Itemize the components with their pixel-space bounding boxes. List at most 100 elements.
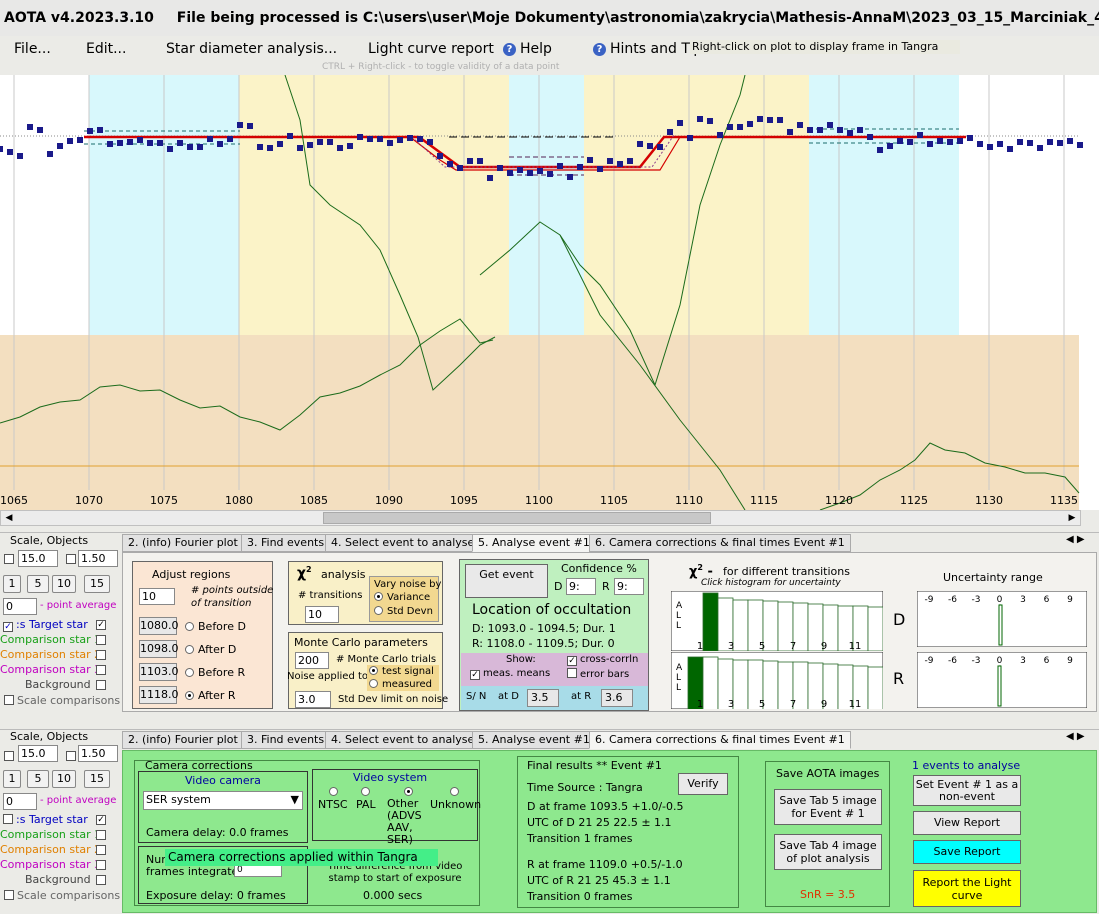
scrollbar-thumb[interactable] xyxy=(323,512,711,524)
target-star-row[interactable]: ✓:s Target star xyxy=(3,618,88,632)
after-d-radio[interactable] xyxy=(185,645,194,654)
adjust-points-spinner[interactable]: 10 xyxy=(139,588,175,605)
comparison-star-1-checkbox-2[interactable] xyxy=(96,830,106,840)
scale-comparisons-checkbox[interactable] xyxy=(4,695,14,705)
scale2-checkbox-b[interactable] xyxy=(66,751,76,761)
monte-carlo-trials-spinner[interactable]: 200 xyxy=(295,652,329,669)
tab-right-icon[interactable]: ▶ xyxy=(1077,534,1085,545)
scale-checkbox[interactable] xyxy=(4,554,14,564)
other-radio[interactable] xyxy=(404,787,413,796)
confidence-d-spinner[interactable]: 9: xyxy=(566,578,596,595)
tab-analyse-event-2[interactable]: 5. Analyse event #1 xyxy=(472,731,596,749)
set-non-event-button[interactable]: Set Event # 1 as a non-event xyxy=(913,775,1021,806)
std-devn-radio[interactable] xyxy=(374,606,383,615)
tab-find-events[interactable]: 3. Find events xyxy=(241,534,331,552)
ntsc-radio[interactable] xyxy=(329,787,338,796)
meas-means-option[interactable]: ✓ meas. means xyxy=(470,668,550,680)
scale-btn-1[interactable]: 1 xyxy=(3,575,21,593)
scroll-left-icon[interactable]: ◀ xyxy=(1,511,17,525)
confidence-r-spinner[interactable]: 9: xyxy=(614,578,644,595)
target-star-row-2[interactable]: :s Target star xyxy=(3,813,88,826)
tab-left-icon[interactable]: ◀ xyxy=(1066,534,1074,545)
region-after-r[interactable]: After R xyxy=(185,689,236,702)
meas-means-checkbox[interactable]: ✓ xyxy=(470,670,480,680)
tab-scroll-arrows-2[interactable]: ◀ ▶ xyxy=(1066,731,1085,742)
scale-btn-5[interactable]: 5 xyxy=(27,575,49,593)
comparison-star-3-checkbox[interactable] xyxy=(96,665,106,675)
camera-select[interactable]: SER system ▼ xyxy=(143,791,303,810)
verify-button[interactable]: Verify xyxy=(678,773,728,795)
save-tab5-button[interactable]: Save Tab 5 image for Event # 1 xyxy=(774,789,882,825)
variance-radio[interactable] xyxy=(374,592,383,601)
menu-edit[interactable]: Edit... xyxy=(86,41,126,57)
cross-corr-checkbox[interactable]: ✓ xyxy=(567,656,577,666)
tab-select-event[interactable]: 4. Select event to analyse xyxy=(325,534,481,552)
menu-help[interactable]: ? Help xyxy=(503,41,552,57)
background-checkbox[interactable] xyxy=(96,680,106,690)
tab-find-events-2[interactable]: 3. Find events xyxy=(241,731,331,749)
transitions-spinner[interactable]: 10 xyxy=(305,606,339,623)
test-signal-option[interactable]: test signal xyxy=(369,666,434,677)
report-light-curve-button[interactable]: Report the Light curve xyxy=(913,870,1021,907)
scale-comparisons-row[interactable]: Scale comparisons xyxy=(4,694,120,707)
variance-option[interactable]: Variance xyxy=(374,592,430,603)
point-average-select-2[interactable]: 0 xyxy=(3,793,37,810)
d-histogram[interactable]: 1 3 5 7 9 11 xyxy=(671,591,883,651)
menu-star-diameter[interactable]: Star diameter analysis... xyxy=(166,41,337,57)
target-star-checkbox-2[interactable]: ✓ xyxy=(96,620,106,630)
before-r-radio[interactable] xyxy=(185,668,194,677)
scale-checkbox-2[interactable] xyxy=(4,751,14,761)
comparison-star-1-checkbox[interactable] xyxy=(96,635,106,645)
before-d-radio[interactable] xyxy=(185,622,194,631)
save-report-button[interactable]: Save Report xyxy=(913,840,1021,864)
error-bars-option[interactable]: error bars xyxy=(567,668,629,680)
std-devn-option[interactable]: Std Devn xyxy=(374,606,433,617)
menu-file[interactable]: File... xyxy=(14,41,51,57)
view-report-button[interactable]: View Report xyxy=(913,811,1021,835)
save-tab4-button[interactable]: Save Tab 4 image of plot analysis xyxy=(774,834,882,870)
test-signal-radio[interactable] xyxy=(369,666,378,675)
tab-analyse-event[interactable]: 5. Analyse event #1 xyxy=(472,534,596,552)
scale-spinner-1b[interactable]: 15.0 xyxy=(18,745,58,762)
tab-camera-corrections-2[interactable]: 6. Camera corrections & final times Even… xyxy=(589,731,851,749)
tab-scroll-arrows[interactable]: ◀ ▶ xyxy=(1066,534,1085,545)
get-event-button[interactable]: Get event xyxy=(465,564,548,598)
menu-light-curve-report[interactable]: Light curve report xyxy=(368,41,494,57)
tab-fourier[interactable]: 2. (info) Fourier plot xyxy=(122,534,244,552)
scale-spinner-1[interactable]: 15.0 xyxy=(18,550,58,567)
target-star-checkbox[interactable]: ✓ xyxy=(3,622,13,632)
region-after-d-value[interactable]: 1098.0 xyxy=(139,640,179,658)
error-bars-checkbox[interactable] xyxy=(567,668,577,678)
scale-btn-15b[interactable]: 15 xyxy=(84,770,110,788)
r-histogram[interactable]: 1 3 5 7 9 11 xyxy=(671,652,883,709)
unknown-radio[interactable] xyxy=(450,787,459,796)
scale-spinner-2b[interactable]: 1.50 xyxy=(78,745,118,762)
plot-horizontal-scrollbar[interactable]: ◀ ▶ xyxy=(0,510,1081,526)
scale-btn-1b[interactable]: 1 xyxy=(3,770,21,788)
region-before-d-value[interactable]: 1080.0 xyxy=(139,617,179,635)
tab-camera-corrections[interactable]: 6. Camera corrections & final times Even… xyxy=(589,534,851,552)
comparison-star-3-checkbox-2[interactable] xyxy=(96,860,106,870)
background-checkbox-2[interactable] xyxy=(96,875,106,885)
comparison-star-2-checkbox-2[interactable] xyxy=(96,845,106,855)
tab-left-icon-2[interactable]: ◀ xyxy=(1066,731,1074,742)
pal-radio[interactable] xyxy=(361,787,370,796)
target-star-checkbox-b[interactable] xyxy=(3,814,13,824)
light-curve-plot[interactable]: 1065 1070 1075 1080 1085 1090 1095 1100 1105 1110… xyxy=(0,74,1099,511)
scale2-checkbox[interactable] xyxy=(66,554,76,564)
point-average-select[interactable]: 0 xyxy=(3,598,37,615)
region-after-d[interactable]: After D xyxy=(185,643,236,656)
region-before-r[interactable]: Before R xyxy=(185,666,245,679)
scale-btn-15[interactable]: 15 xyxy=(84,575,110,593)
cross-corr-option[interactable]: ✓ cross-corrln xyxy=(567,654,638,666)
tab-fourier-2[interactable]: 2. (info) Fourier plot xyxy=(122,731,244,749)
scale-btn-10[interactable]: 10 xyxy=(52,575,76,593)
region-before-d[interactable]: Before D xyxy=(185,620,246,633)
scale-comparisons-checkbox-2[interactable] xyxy=(4,890,14,900)
comparison-star-2-checkbox[interactable] xyxy=(96,650,106,660)
scale-btn-5b[interactable]: 5 xyxy=(27,770,49,788)
after-r-radio[interactable] xyxy=(185,691,194,700)
tab-right-icon-2[interactable]: ▶ xyxy=(1077,731,1085,742)
tab-select-event-2[interactable]: 4. Select event to analyse xyxy=(325,731,481,749)
measured-option[interactable]: measured xyxy=(369,679,432,690)
